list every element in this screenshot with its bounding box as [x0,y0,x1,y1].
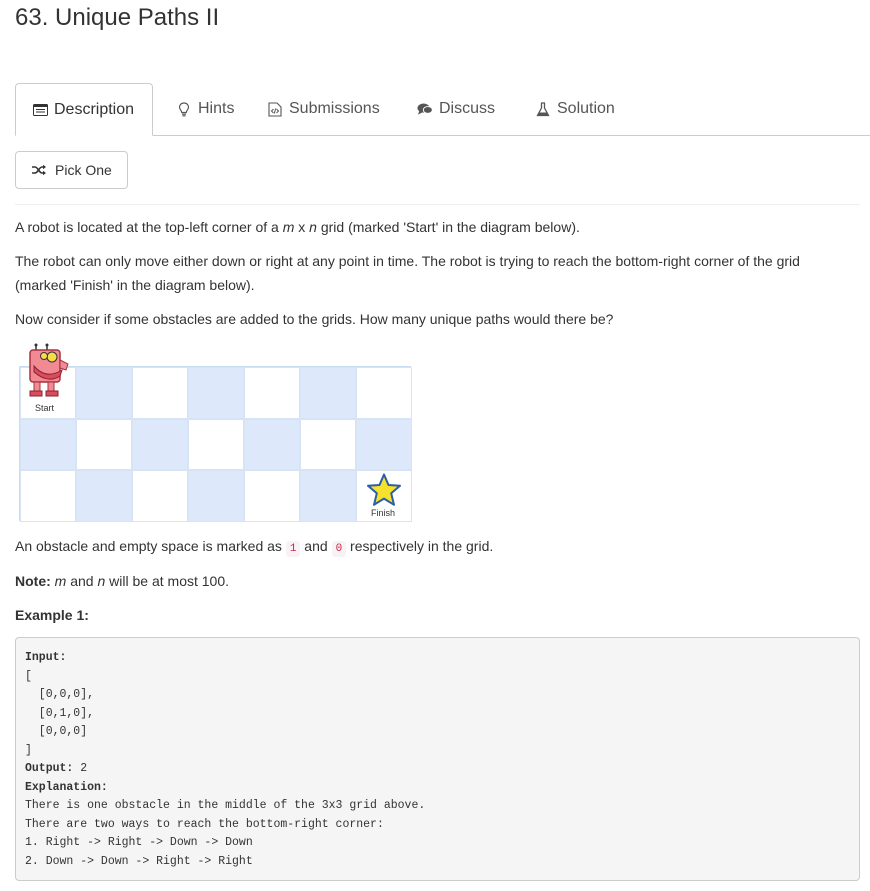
grid-cell [244,418,300,471]
grid-cell [188,470,244,522]
grid-cell [132,418,188,471]
grid-cell [188,367,244,419]
description-icon [32,102,48,118]
code-line: 2. Down -> Down -> Right -> Right [25,854,253,868]
code-zero: 0 [331,541,347,557]
tab-label: Solution [557,100,615,117]
shuffle-icon [31,164,47,176]
description-paragraph-4: An obstacle and empty space is marked as… [15,538,494,557]
grid-cell [300,418,356,471]
divider [15,204,860,205]
tab-hints[interactable]: Hints [160,83,250,135]
grid-cell [76,470,132,522]
lightbulb-icon [176,101,192,117]
page-title: 63. Unique Paths II [15,4,220,31]
code-one: 1 [285,541,301,557]
grid-cell [356,418,412,471]
code-line: [ [25,669,32,683]
code-line: There are two ways to reach the bottom-r… [25,817,384,831]
pick-one-button[interactable]: Pick One [15,151,128,189]
robot-icon [22,342,72,402]
code-line: [0,1,0], [25,706,95,720]
code-line: Input: [25,651,67,664]
tab-label: Submissions [289,100,380,117]
chat-bubbles-icon [417,101,433,117]
grid-cell [132,367,188,419]
tab-bar: Description Hints Submissions Discuss So… [15,83,870,136]
tab-label: Description [54,100,135,118]
code-line: 1. Right -> Right -> Down -> Down [25,836,253,849]
pick-one-label: Pick One [55,162,112,178]
star-icon [366,473,402,507]
note-paragraph: Note: m and n will be at most 100. [15,573,230,589]
grid-cell [244,367,300,419]
description-paragraph-1: A robot is located at the top-left corne… [15,219,580,235]
code-line: Explanation: [25,780,108,794]
grid-cell [300,470,356,522]
code-line: Output: 2 [25,762,88,775]
tab-label: Discuss [439,100,496,117]
tab-description[interactable]: Description [15,83,153,136]
code-line: [0,0,0], [25,688,95,701]
example-code-block: Input: [ [0,0,0], [0,1,0], [0,0,0]] Output… [15,637,860,881]
flask-icon [535,101,551,117]
code-line: ] [25,743,32,757]
example-heading: Example 1: [15,607,89,623]
grid-cell [188,418,244,471]
code-file-icon [267,101,283,117]
code-line: [0,0,0] [25,725,88,738]
tab-submissions[interactable]: Submissions [251,83,396,135]
tab-label: Hints [198,100,235,117]
grid-cell [244,470,300,522]
description-paragraph-3: Now consider if some obstacles are added… [15,311,614,327]
unique-paths-diagram [19,366,412,522]
start-label: Start [35,403,55,413]
finish-label: Finish [371,508,396,518]
tab-discuss[interactable]: Discuss [401,83,511,135]
tab-solution[interactable]: Solution [519,83,631,135]
grid-cell [76,367,132,419]
grid-cell [132,470,188,522]
grid-cell [300,367,356,419]
grid-cell [356,367,412,419]
grid-cell [76,418,132,471]
description-paragraph-2: The robot can only move either down or r… [15,253,800,293]
grid-cell [20,470,76,522]
code-line: There is one obstacle in the middle of t… [25,799,426,812]
grid-cell [20,418,76,471]
